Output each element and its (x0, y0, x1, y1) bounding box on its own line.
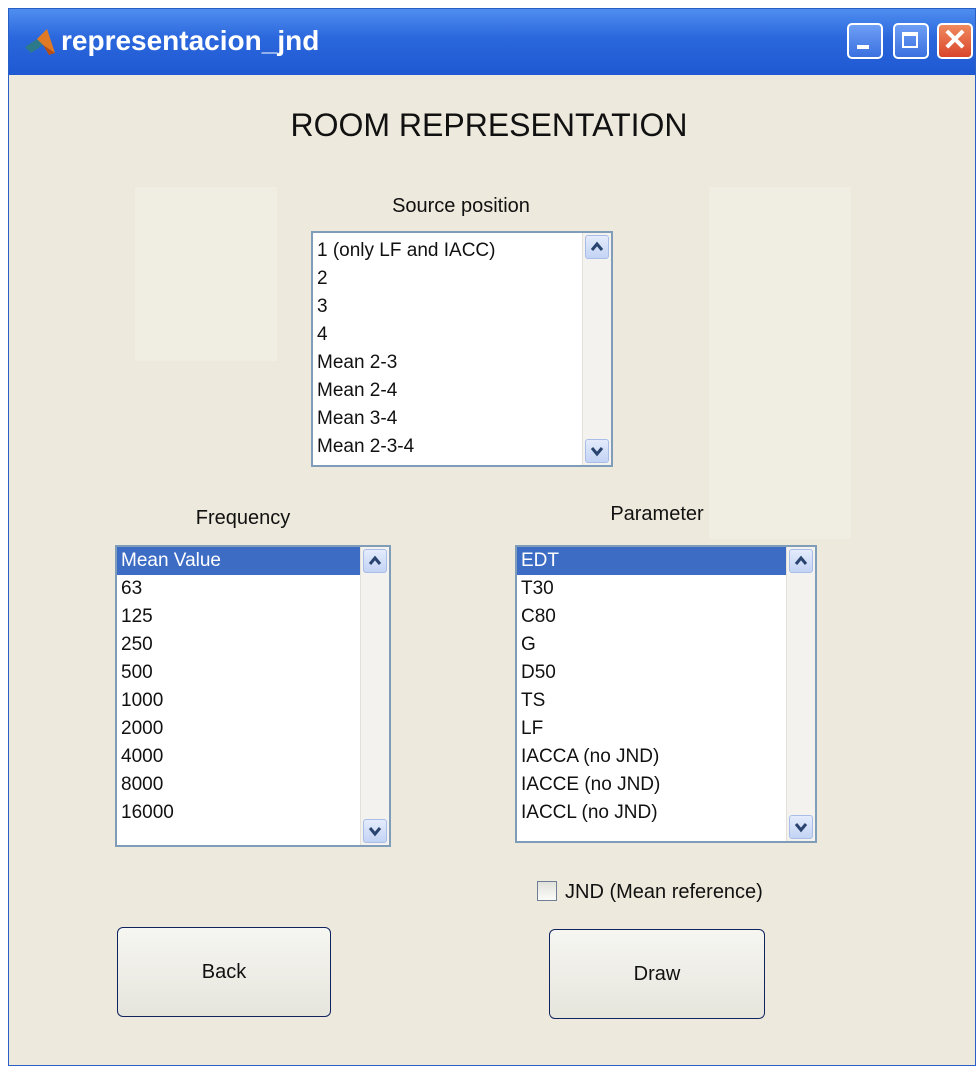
chevron-up-icon (590, 241, 604, 251)
parameter-item[interactable]: C80 (517, 603, 787, 631)
frequency-item[interactable]: 16000 (117, 799, 361, 827)
jnd-checkbox-label: JND (Mean reference) (565, 881, 763, 903)
scroll-up-button[interactable] (363, 549, 387, 573)
parameter-label: Parameter (610, 503, 704, 525)
parameter-item[interactable]: EDT (517, 547, 787, 575)
frequency-label: Frequency (195, 507, 291, 529)
parameter-item[interactable]: TS (517, 687, 787, 715)
frequency-item[interactable]: 125 (117, 603, 361, 631)
frequency-item[interactable]: 2000 (117, 715, 361, 743)
source-position-item[interactable]: Mean 2-4 (313, 377, 583, 405)
jnd-checkbox[interactable] (537, 881, 557, 901)
frequency-scrollbar[interactable] (360, 547, 389, 845)
chevron-up-icon (794, 555, 808, 565)
maximize-button[interactable] (893, 23, 929, 59)
window-title: representacion_jnd (61, 25, 320, 56)
source-position-items: 1 (only LF and IACC) 2 3 4 Mean 2-3 Mean 2-4 M… (313, 237, 583, 465)
parameter-item[interactable]: T30 (517, 575, 787, 603)
source-position-item[interactable]: Mean 3-4 (313, 405, 583, 433)
source-position-label: Source position (392, 195, 530, 217)
chevron-down-icon (368, 827, 382, 837)
title-bar[interactable]: representacion_jnd ✕ (9, 9, 975, 75)
source-position-scrollbar[interactable] (582, 233, 611, 465)
scroll-up-button[interactable] (789, 549, 813, 573)
close-icon: ✕ (942, 24, 968, 57)
parameter-listbox[interactable]: EDT T30 C80 G D50 TS LF IACCA (no JND) IACCE (no… (515, 545, 817, 843)
source-position-item[interactable]: Mean 2-3 (313, 349, 583, 377)
left-panel (135, 187, 277, 361)
right-panel (709, 187, 851, 539)
close-button[interactable]: ✕ (937, 23, 973, 59)
frequency-listbox[interactable]: Mean Value 63 125 250 500 1000 2000 4000 8000 160… (115, 545, 391, 847)
source-position-item[interactable]: Mean 2-3-4 (313, 433, 583, 461)
frequency-item[interactable]: 63 (117, 575, 361, 603)
scroll-down-button[interactable] (789, 815, 813, 839)
frequency-items: Mean Value 63 125 250 500 1000 2000 4000 8000 160… (117, 547, 361, 845)
frequency-item[interactable]: Mean Value (117, 547, 361, 575)
draw-button[interactable]: Draw (549, 929, 765, 1019)
scroll-down-button[interactable] (363, 819, 387, 843)
frequency-item[interactable]: 8000 (117, 771, 361, 799)
scroll-down-button[interactable] (585, 439, 609, 463)
parameter-items: EDT T30 C80 G D50 TS LF IACCA (no JND) IACCE (no… (517, 547, 787, 841)
chevron-down-icon (590, 447, 604, 457)
parameter-item[interactable]: IACCE (no JND) (517, 771, 787, 799)
app-window: representacion_jnd ✕ ROOM REPRESENTATION… (8, 8, 976, 1066)
frequency-item[interactable]: 4000 (117, 743, 361, 771)
source-position-item[interactable]: 4 (313, 321, 583, 349)
parameter-item[interactable]: IACCA (no JND) (517, 743, 787, 771)
parameter-item[interactable]: IACCL (no JND) (517, 799, 787, 827)
source-position-listbox[interactable]: 1 (only LF and IACC) 2 3 4 Mean 2-3 Mean 2-4 M… (311, 231, 613, 467)
maximize-icon (902, 32, 918, 48)
source-position-item[interactable]: 2 (313, 265, 583, 293)
parameter-item[interactable]: G (517, 631, 787, 659)
minimize-icon (857, 45, 869, 49)
parameter-item[interactable]: LF (517, 715, 787, 743)
parameter-item[interactable]: D50 (517, 659, 787, 687)
minimize-button[interactable] (847, 23, 883, 59)
source-position-item[interactable]: 1 (only LF and IACC) (313, 237, 583, 265)
page-title: ROOM REPRESENTATION (290, 107, 688, 143)
chevron-up-icon (368, 555, 382, 565)
frequency-item[interactable]: 1000 (117, 687, 361, 715)
matlab-logo-icon (25, 29, 55, 55)
frequency-item[interactable]: 500 (117, 659, 361, 687)
parameter-scrollbar[interactable] (786, 547, 815, 841)
scroll-up-button[interactable] (585, 235, 609, 259)
source-position-item[interactable]: 3 (313, 293, 583, 321)
chevron-down-icon (794, 823, 808, 833)
back-button[interactable]: Back (117, 927, 331, 1017)
frequency-item[interactable]: 250 (117, 631, 361, 659)
